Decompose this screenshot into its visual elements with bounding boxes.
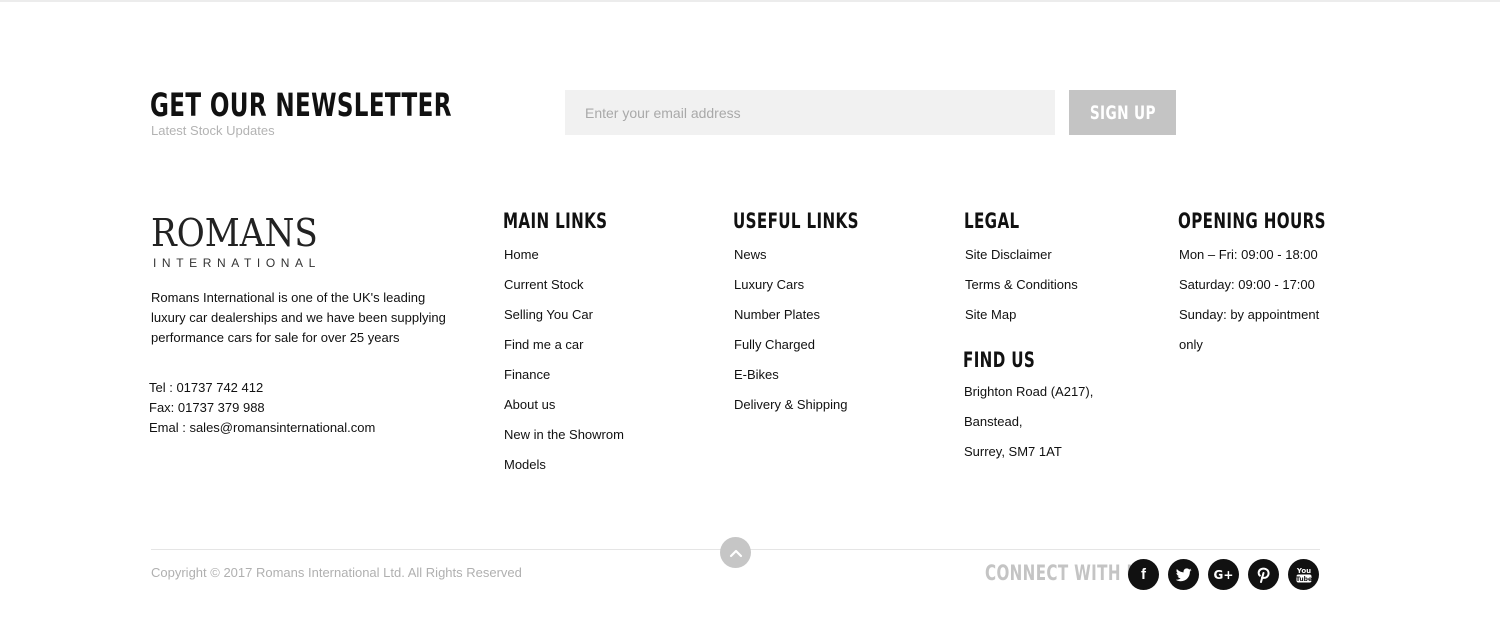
main-link-models[interactable]: Models [504, 455, 624, 485]
legal-link-sitemap[interactable]: Site Map [965, 305, 1078, 335]
useful-link-delivery[interactable]: Delivery & Shipping [734, 395, 847, 425]
scroll-to-top-button[interactable] [720, 537, 751, 568]
google-plus-icon: G+ [1213, 567, 1234, 582]
facebook-button[interactable]: f [1128, 559, 1159, 590]
contact-tel: Tel : 01737 742 412 [149, 380, 264, 395]
useful-link-e-bikes[interactable]: E-Bikes [734, 365, 847, 395]
contact-details: Tel : 01737 742 412 Fax: 01737 379 988 E… [149, 378, 375, 438]
google-plus-button[interactable]: G+ [1208, 559, 1239, 590]
about-text: Romans International is one of the UK's … [151, 290, 446, 345]
address-line: Surrey, SM7 1AT [964, 444, 1062, 459]
useful-link-label[interactable]: Delivery & Shipping [734, 397, 847, 412]
logo-wordmark: ROMANS [151, 211, 318, 255]
main-link-label[interactable]: About us [504, 397, 555, 412]
main-link-label[interactable]: Selling You Car [504, 307, 593, 322]
address-line: Brighton Road (A217), [964, 384, 1094, 399]
newsletter-email-input[interactable] [565, 90, 1055, 135]
copyright-text: Copyright © 2017 Romans International Lt… [151, 565, 522, 580]
contact-email: Emal : sales@romansinternational.com [149, 420, 376, 435]
romans-logo[interactable]: ROMANS INTERNATIONAL [151, 213, 341, 271]
main-link-new-showroom[interactable]: New in the Showrom [504, 425, 624, 455]
main-link-find-car[interactable]: Find me a car [504, 335, 624, 365]
logo-subtitle: INTERNATIONAL [153, 256, 321, 270]
main-link-label[interactable]: New in the Showrom [504, 427, 624, 442]
chevron-up-icon [729, 549, 742, 557]
useful-links-list: News Luxury Cars Number Plates Fully Cha… [734, 245, 847, 425]
useful-link-number-plates[interactable]: Number Plates [734, 305, 847, 335]
connect-with-us-label: CONNECT WITH US [985, 561, 1151, 585]
facebook-icon: f [1141, 566, 1146, 583]
useful-links-title: USEFUL LINKS [733, 209, 859, 233]
hours-line: Sunday: by appointment [1179, 307, 1320, 322]
pinterest-icon [1257, 567, 1270, 583]
legal-link-label[interactable]: Site Disclaimer [965, 247, 1052, 262]
signup-button[interactable]: SIGN UP [1069, 90, 1176, 135]
twitter-icon [1175, 567, 1192, 581]
useful-link-label[interactable]: News [734, 247, 767, 262]
useful-link-fully-charged[interactable]: Fully Charged [734, 335, 847, 365]
main-link-home[interactable]: Home [504, 245, 624, 275]
main-link-label[interactable]: Models [504, 457, 546, 472]
hours-line: Saturday: 09:00 - 17:00 [1179, 277, 1315, 292]
useful-link-luxury-cars[interactable]: Luxury Cars [734, 275, 847, 305]
main-link-current-stock[interactable]: Current Stock [504, 275, 624, 305]
twitter-button[interactable] [1168, 559, 1199, 590]
youtube-button[interactable]: You Tube [1288, 559, 1319, 590]
address-list: Brighton Road (A217), Banstead, Surrey, … [964, 382, 1093, 472]
opening-hours-title: OPENING HOURS [1178, 209, 1326, 233]
legal-link-label[interactable]: Terms & Conditions [965, 277, 1078, 292]
address-line: Banstead, [964, 414, 1023, 429]
main-link-label[interactable]: Current Stock [504, 277, 583, 292]
signup-button-label: SIGN UP [1089, 101, 1156, 124]
newsletter-title: GET OUR NEWSLETTER [150, 86, 452, 124]
main-links-title: MAIN LINKS [503, 209, 608, 233]
legal-link-terms[interactable]: Terms & Conditions [965, 275, 1078, 305]
legal-link-label[interactable]: Site Map [965, 307, 1016, 322]
main-link-about[interactable]: About us [504, 395, 624, 425]
legal-list: Site Disclaimer Terms & Conditions Site … [965, 245, 1078, 335]
main-links-list: Home Current Stock Selling You Car Find … [504, 245, 624, 485]
main-link-label[interactable]: Home [504, 247, 539, 262]
main-link-finance[interactable]: Finance [504, 365, 624, 395]
top-divider [0, 0, 1500, 2]
youtube-icon: You Tube [1296, 567, 1312, 583]
find-us-title: FIND US [963, 348, 1036, 372]
newsletter-subtitle: Latest Stock Updates [151, 123, 275, 138]
useful-link-label[interactable]: Luxury Cars [734, 277, 804, 292]
pinterest-button[interactable] [1248, 559, 1279, 590]
legal-link-disclaimer[interactable]: Site Disclaimer [965, 245, 1078, 275]
useful-link-news[interactable]: News [734, 245, 847, 275]
useful-link-label[interactable]: Fully Charged [734, 337, 815, 352]
useful-link-label[interactable]: E-Bikes [734, 367, 779, 382]
svg-text:You: You [1296, 567, 1311, 575]
contact-fax: Fax: 01737 379 988 [149, 400, 265, 415]
hours-line: Mon – Fri: 09:00 - 18:00 [1179, 247, 1318, 262]
svg-text:Tube: Tube [1296, 576, 1312, 583]
main-link-selling[interactable]: Selling You Car [504, 305, 624, 335]
legal-title: LEGAL [964, 209, 1020, 233]
main-link-label[interactable]: Find me a car [504, 337, 583, 352]
hours-line: only [1179, 337, 1203, 352]
useful-link-label[interactable]: Number Plates [734, 307, 820, 322]
opening-hours-list: Mon – Fri: 09:00 - 18:00 Saturday: 09:00… [1179, 245, 1319, 365]
main-link-label[interactable]: Finance [504, 367, 550, 382]
